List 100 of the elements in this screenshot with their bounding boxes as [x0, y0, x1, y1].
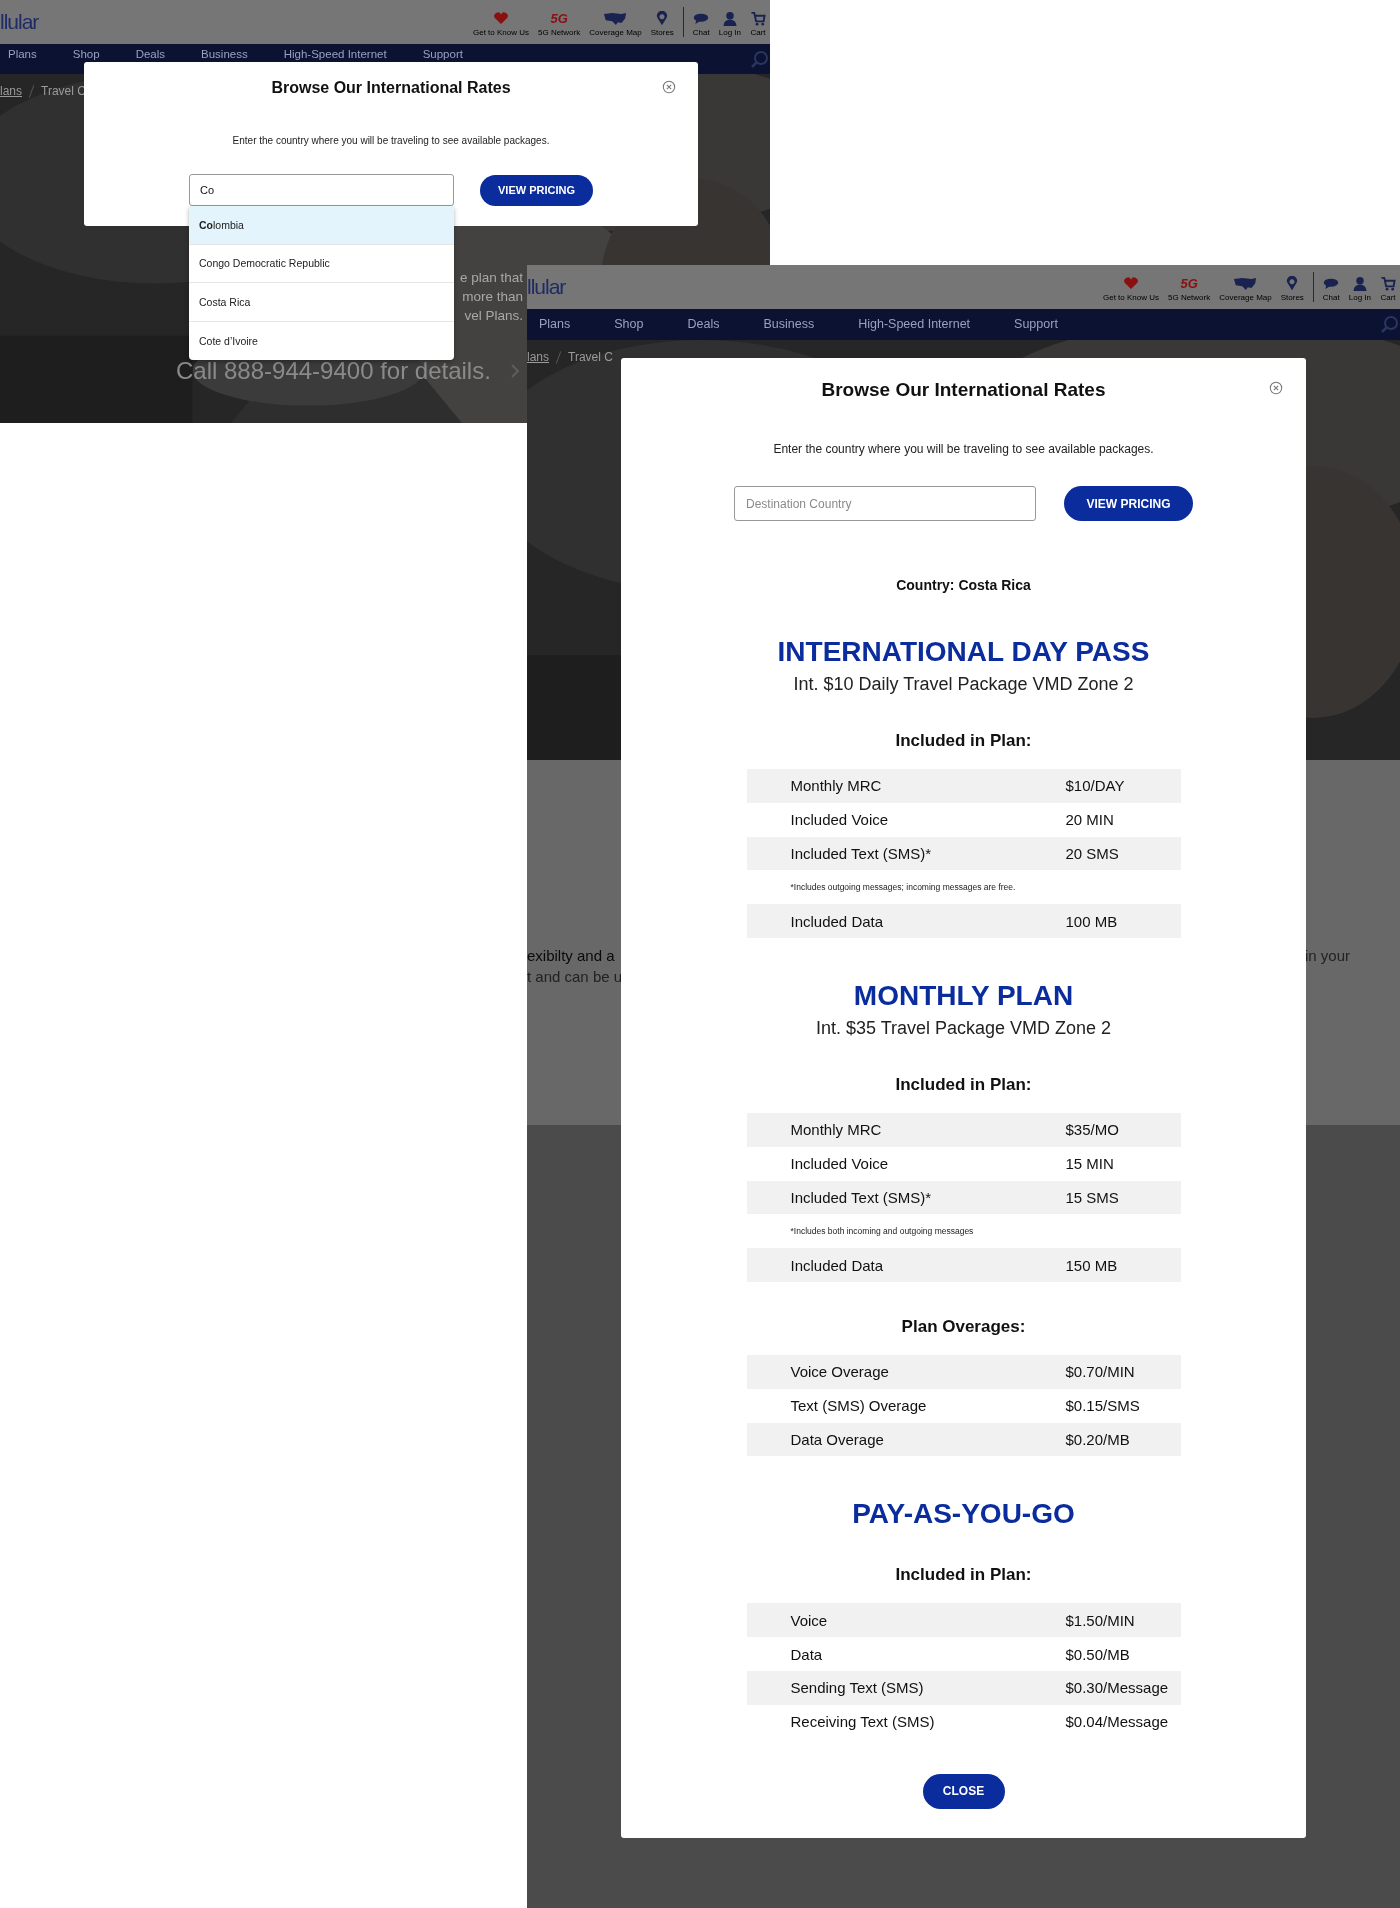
- nav-link[interactable]: Shop: [614, 318, 644, 331]
- nav-link[interactable]: Deals: [687, 318, 720, 331]
- rate-value: 20 MIN: [1065, 811, 1114, 829]
- plan-title: MONTHLY PLAN: [853, 980, 1074, 1012]
- page-text: t and can be u: [527, 968, 623, 985]
- map-icon: [603, 11, 628, 26]
- nav-link[interactable]: Business: [763, 318, 815, 331]
- header-link[interactable]: Cart: [750, 11, 766, 37]
- plan-title: PAY-AS-YOU-GO: [852, 1498, 1075, 1531]
- nav-link[interactable]: Plans: [539, 318, 571, 331]
- heart-icon: [1123, 276, 1139, 291]
- suggestion-item[interactable]: Costa Rica: [189, 283, 454, 322]
- group-heading: Included in Plan:: [895, 730, 1032, 752]
- group-heading: Included in Plan:: [895, 1564, 1032, 1587]
- logo: llular: [0, 10, 39, 34]
- plan-subtitle: Int. $35 Travel Package VMD Zone 2: [815, 1017, 1112, 1040]
- 5g-icon: 5G: [550, 11, 568, 26]
- rate-label: Included Voice: [789, 1155, 890, 1173]
- header-link[interactable]: Stores: [650, 11, 674, 37]
- page-text: exibilty and a: [527, 947, 615, 964]
- plan-subtitle: Int. $10 Daily Travel Package VMD Zone 2: [793, 673, 1134, 696]
- header-link[interactable]: Stores: [1280, 276, 1304, 302]
- group-heading: Plan Overages:: [901, 1315, 1026, 1338]
- header-link[interactable]: Chat: [692, 11, 710, 37]
- rate-value: 15 SMS: [1065, 1188, 1119, 1206]
- rate-label: Voice Overage: [789, 1363, 890, 1381]
- hero-text: vel Plans.: [464, 307, 523, 325]
- country-field[interactable]: Co: [189, 174, 454, 206]
- close-icon[interactable]: [662, 80, 676, 94]
- rate-value: $0.70/MIN: [1065, 1363, 1135, 1381]
- nav-link[interactable]: Support: [422, 48, 463, 61]
- header-link[interactable]: Coverage Map: [1219, 276, 1272, 302]
- suggestion-item[interactable]: Congo Democratic Republic: [189, 244, 454, 283]
- nav-link[interactable]: Deals: [135, 48, 166, 61]
- country-field[interactable]: Destination Country: [734, 486, 1036, 521]
- chat-icon: [1323, 276, 1340, 291]
- rate-label: Included Data: [789, 1256, 885, 1274]
- map-icon: [1233, 276, 1258, 291]
- user-icon: [1351, 276, 1368, 291]
- breadcrumb-link[interactable]: lans: [0, 84, 22, 98]
- header-link[interactable]: Get to Know Us: [472, 11, 529, 37]
- modal-subtitle: Enter the country where you will be traveling to see available packages.: [773, 441, 1154, 457]
- view-pricing-button[interactable]: VIEW PRICING: [480, 174, 593, 206]
- cart-icon: [750, 11, 766, 26]
- rate-label: Receiving Text (SMS): [789, 1713, 936, 1731]
- footnote: *Includes both incoming and outgoing messages: [789, 1226, 974, 1237]
- rate-value: $0.30/Message: [1065, 1679, 1169, 1697]
- chat-icon: [693, 11, 710, 26]
- user-icon: [721, 11, 738, 26]
- 5g-icon: 5G: [1180, 276, 1198, 291]
- hero-text: e plan that: [459, 269, 523, 287]
- rate-label: Data Overage: [789, 1430, 885, 1448]
- close-button[interactable]: CLOSE: [922, 1773, 1005, 1809]
- header-link[interactable]: Chat: [1322, 276, 1340, 302]
- nav-link[interactable]: High-Speed Internet: [858, 318, 971, 331]
- view-pricing-button[interactable]: VIEW PRICING: [1064, 486, 1193, 521]
- rate-value: 100 MB: [1065, 912, 1118, 930]
- rate-value: 150 MB: [1065, 1256, 1118, 1274]
- rate-value: 15 MIN: [1065, 1155, 1114, 1173]
- rate-value: 20 SMS: [1065, 845, 1119, 862]
- country-label: Country: Costa Rica: [896, 576, 1031, 594]
- header-link[interactable]: Log In: [718, 11, 741, 37]
- suggestion-item[interactable]: Colombia: [189, 206, 454, 245]
- rate-value: $35/MO: [1065, 1121, 1119, 1139]
- group-heading: Included in Plan:: [895, 1074, 1032, 1096]
- close-icon[interactable]: [1269, 381, 1283, 395]
- header-link[interactable]: Get to Know Us: [1102, 276, 1159, 302]
- nav-link[interactable]: High-Speed Internet: [283, 48, 387, 61]
- rate-label: Included Text (SMS)*: [789, 845, 933, 862]
- header-link[interactable]: 5G 5G Network: [538, 11, 581, 37]
- rate-value: $1.50/MIN: [1065, 1611, 1135, 1629]
- heart-icon: [493, 11, 509, 26]
- rate-value: $0.04/Message: [1065, 1713, 1169, 1731]
- rate-value: $0.15/SMS: [1065, 1397, 1140, 1415]
- rate-value: $10/DAY: [1065, 777, 1125, 795]
- rate-label: Monthly MRC: [789, 1121, 883, 1139]
- rate-value: $0.20/MB: [1065, 1430, 1130, 1448]
- header-link[interactable]: Coverage Map: [589, 11, 642, 37]
- chevron-icon: [510, 362, 520, 380]
- rate-label: Data: [789, 1645, 824, 1663]
- header-link[interactable]: 5G 5G Network: [1168, 276, 1211, 302]
- header-link[interactable]: Cart: [1380, 276, 1396, 302]
- breadcrumb-link[interactable]: lans: [527, 350, 549, 364]
- nav-link[interactable]: Business: [201, 48, 248, 61]
- page-text: in your: [1305, 947, 1351, 964]
- logo: llular: [527, 275, 566, 299]
- breadcrumb-item: Travel C: [568, 350, 613, 364]
- modal-title: Browse Our International Rates: [821, 378, 1106, 402]
- modal-title: Browse Our International Rates: [271, 78, 511, 98]
- nav-link[interactable]: Shop: [72, 48, 100, 61]
- rate-label: Monthly MRC: [789, 777, 883, 795]
- rate-label: Included Text (SMS)*: [789, 1188, 933, 1206]
- footnote: *Includes outgoing messages; incoming messages are free.: [789, 882, 1016, 893]
- suggestion-item[interactable]: Cote d’Ivoire: [189, 321, 454, 360]
- hero-text: more than: [462, 288, 523, 306]
- nav-link[interactable]: Support: [1014, 318, 1058, 331]
- nav-link[interactable]: Plans: [8, 48, 37, 61]
- rate-label: Included Data: [789, 912, 885, 930]
- header-link[interactable]: Log In: [1348, 276, 1371, 302]
- rate-label: Sending Text (SMS): [789, 1679, 925, 1697]
